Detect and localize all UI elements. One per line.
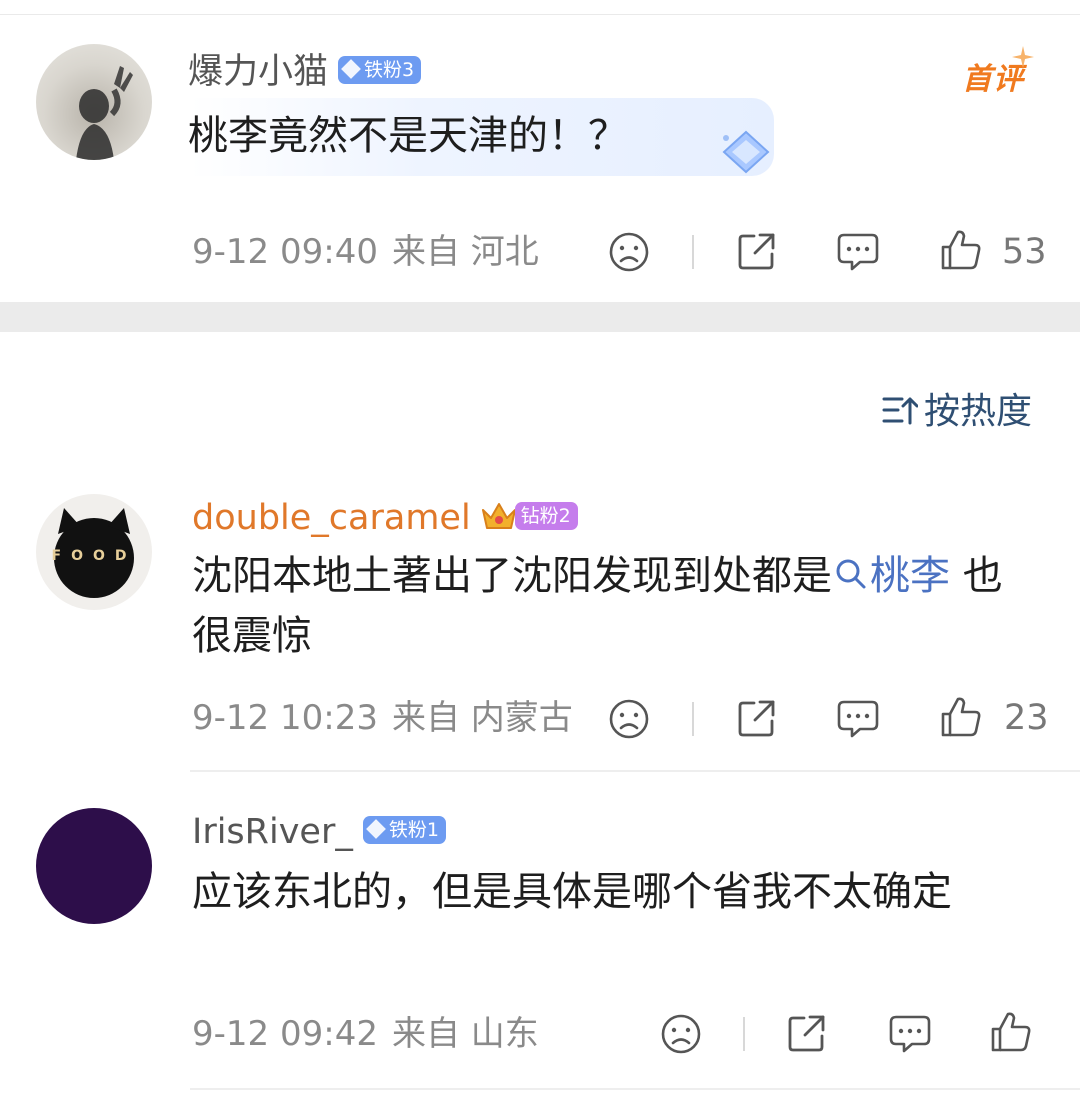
sort-icon bbox=[882, 397, 918, 425]
sort-label: 按热度 bbox=[923, 391, 1032, 432]
like-button[interactable] bbox=[990, 1010, 1032, 1054]
action-separator bbox=[743, 1017, 745, 1051]
avatar-silhouette bbox=[76, 66, 133, 160]
action-separator bbox=[692, 235, 694, 269]
svg-text:FOOD: FOOD bbox=[52, 548, 137, 564]
comment-meta: 9-12 10:23 来自 内蒙古 bbox=[192, 698, 573, 738]
username-text[interactable]: 爆力小猫 bbox=[188, 52, 328, 92]
comment-location: 来自 山东 bbox=[391, 1014, 539, 1054]
dislike-face-icon bbox=[609, 232, 649, 272]
comment-time: 9-12 09:40 bbox=[192, 232, 378, 272]
comment-location: 来自 内蒙古 bbox=[391, 698, 573, 738]
comment-meta: 9-12 09:40 来自 河北 bbox=[192, 232, 539, 272]
like-thumb-icon bbox=[941, 697, 981, 737]
dislike-face-icon bbox=[609, 699, 649, 739]
share-icon bbox=[738, 700, 775, 737]
username[interactable]: IrisRiver_ 铁粉1 bbox=[192, 810, 446, 854]
comment-icon bbox=[837, 700, 879, 738]
gem-icon bbox=[722, 130, 770, 174]
comment-icon bbox=[837, 233, 879, 271]
search-icon bbox=[836, 559, 866, 589]
comment-location: 来自 河北 bbox=[391, 232, 539, 272]
comment-icon bbox=[889, 1015, 931, 1053]
comment-time: 9-12 10:23 bbox=[192, 698, 378, 738]
share-icon bbox=[788, 1015, 825, 1052]
dislike-button[interactable] bbox=[608, 231, 650, 273]
comment-text: 应该东北的，但是具体是哪个省我不太确定 bbox=[192, 869, 952, 915]
comment-text: 桃李竟然不是天津的！？ bbox=[188, 113, 628, 159]
dislike-button[interactable] bbox=[608, 698, 650, 740]
share-button[interactable] bbox=[736, 230, 778, 272]
like-thumb-icon bbox=[941, 230, 981, 270]
like-count: 23 bbox=[1004, 698, 1049, 738]
action-separator bbox=[692, 702, 694, 736]
username-text[interactable]: IrisRiver_ bbox=[192, 812, 353, 852]
top-divider bbox=[0, 14, 1080, 15]
dislike-button[interactable] bbox=[660, 1013, 702, 1055]
reply-button[interactable] bbox=[836, 231, 880, 273]
comment-meta: 9-12 09:42 来自 山东 bbox=[192, 1014, 539, 1054]
like-button[interactable] bbox=[940, 695, 982, 739]
sort-by-hot-button[interactable]: 按热度 bbox=[882, 390, 1032, 434]
avatar[interactable] bbox=[36, 44, 152, 160]
like-button[interactable] bbox=[940, 228, 982, 272]
gem-icon bbox=[365, 818, 386, 839]
like-thumb-icon bbox=[991, 1012, 1031, 1052]
fan-badge[interactable]: 钻粉2 bbox=[514, 502, 578, 530]
like-count: 53 bbox=[1002, 232, 1047, 272]
share-icon bbox=[738, 233, 775, 270]
section-separator bbox=[0, 302, 1080, 332]
username-text[interactable]: double_caramel bbox=[192, 498, 471, 538]
avatar[interactable] bbox=[36, 808, 152, 924]
share-button[interactable] bbox=[736, 697, 778, 739]
reply-button[interactable] bbox=[888, 1013, 932, 1055]
topic-link-label[interactable]: 桃李 bbox=[870, 553, 950, 599]
reply-button[interactable] bbox=[836, 698, 880, 740]
sparkle-icon bbox=[1012, 46, 1034, 68]
share-button[interactable] bbox=[786, 1012, 828, 1054]
comment-text: 沈阳本地土著出了沈阳发现到处都是 桃李 也很震惊 bbox=[192, 546, 1032, 666]
comment-divider bbox=[190, 770, 1080, 772]
avatar[interactable]: FOOD bbox=[36, 494, 152, 610]
comment-time: 9-12 09:42 bbox=[192, 1014, 378, 1054]
crown-icon bbox=[481, 503, 516, 529]
username[interactable]: double_caramel 钻粉2 bbox=[192, 496, 578, 540]
fan-badge-label: 铁粉3 bbox=[364, 59, 415, 81]
avatar-cat: FOOD bbox=[52, 508, 137, 598]
fan-badge[interactable]: 铁粉3 bbox=[338, 56, 422, 84]
username[interactable]: 爆力小猫 铁粉3 bbox=[188, 50, 422, 94]
fan-badge-label: 钻粉2 bbox=[520, 505, 571, 527]
dislike-face-icon bbox=[661, 1014, 701, 1054]
topic-search-link[interactable]: 桃李 bbox=[832, 553, 950, 599]
fan-badge[interactable]: 铁粉1 bbox=[362, 816, 446, 844]
fan-badge-label: 铁粉1 bbox=[388, 819, 439, 841]
comment-text-part: 沈阳本地土著出了沈阳发现到处都是 bbox=[192, 553, 832, 599]
comment-divider bbox=[190, 1088, 1080, 1090]
gem-icon bbox=[341, 58, 361, 79]
